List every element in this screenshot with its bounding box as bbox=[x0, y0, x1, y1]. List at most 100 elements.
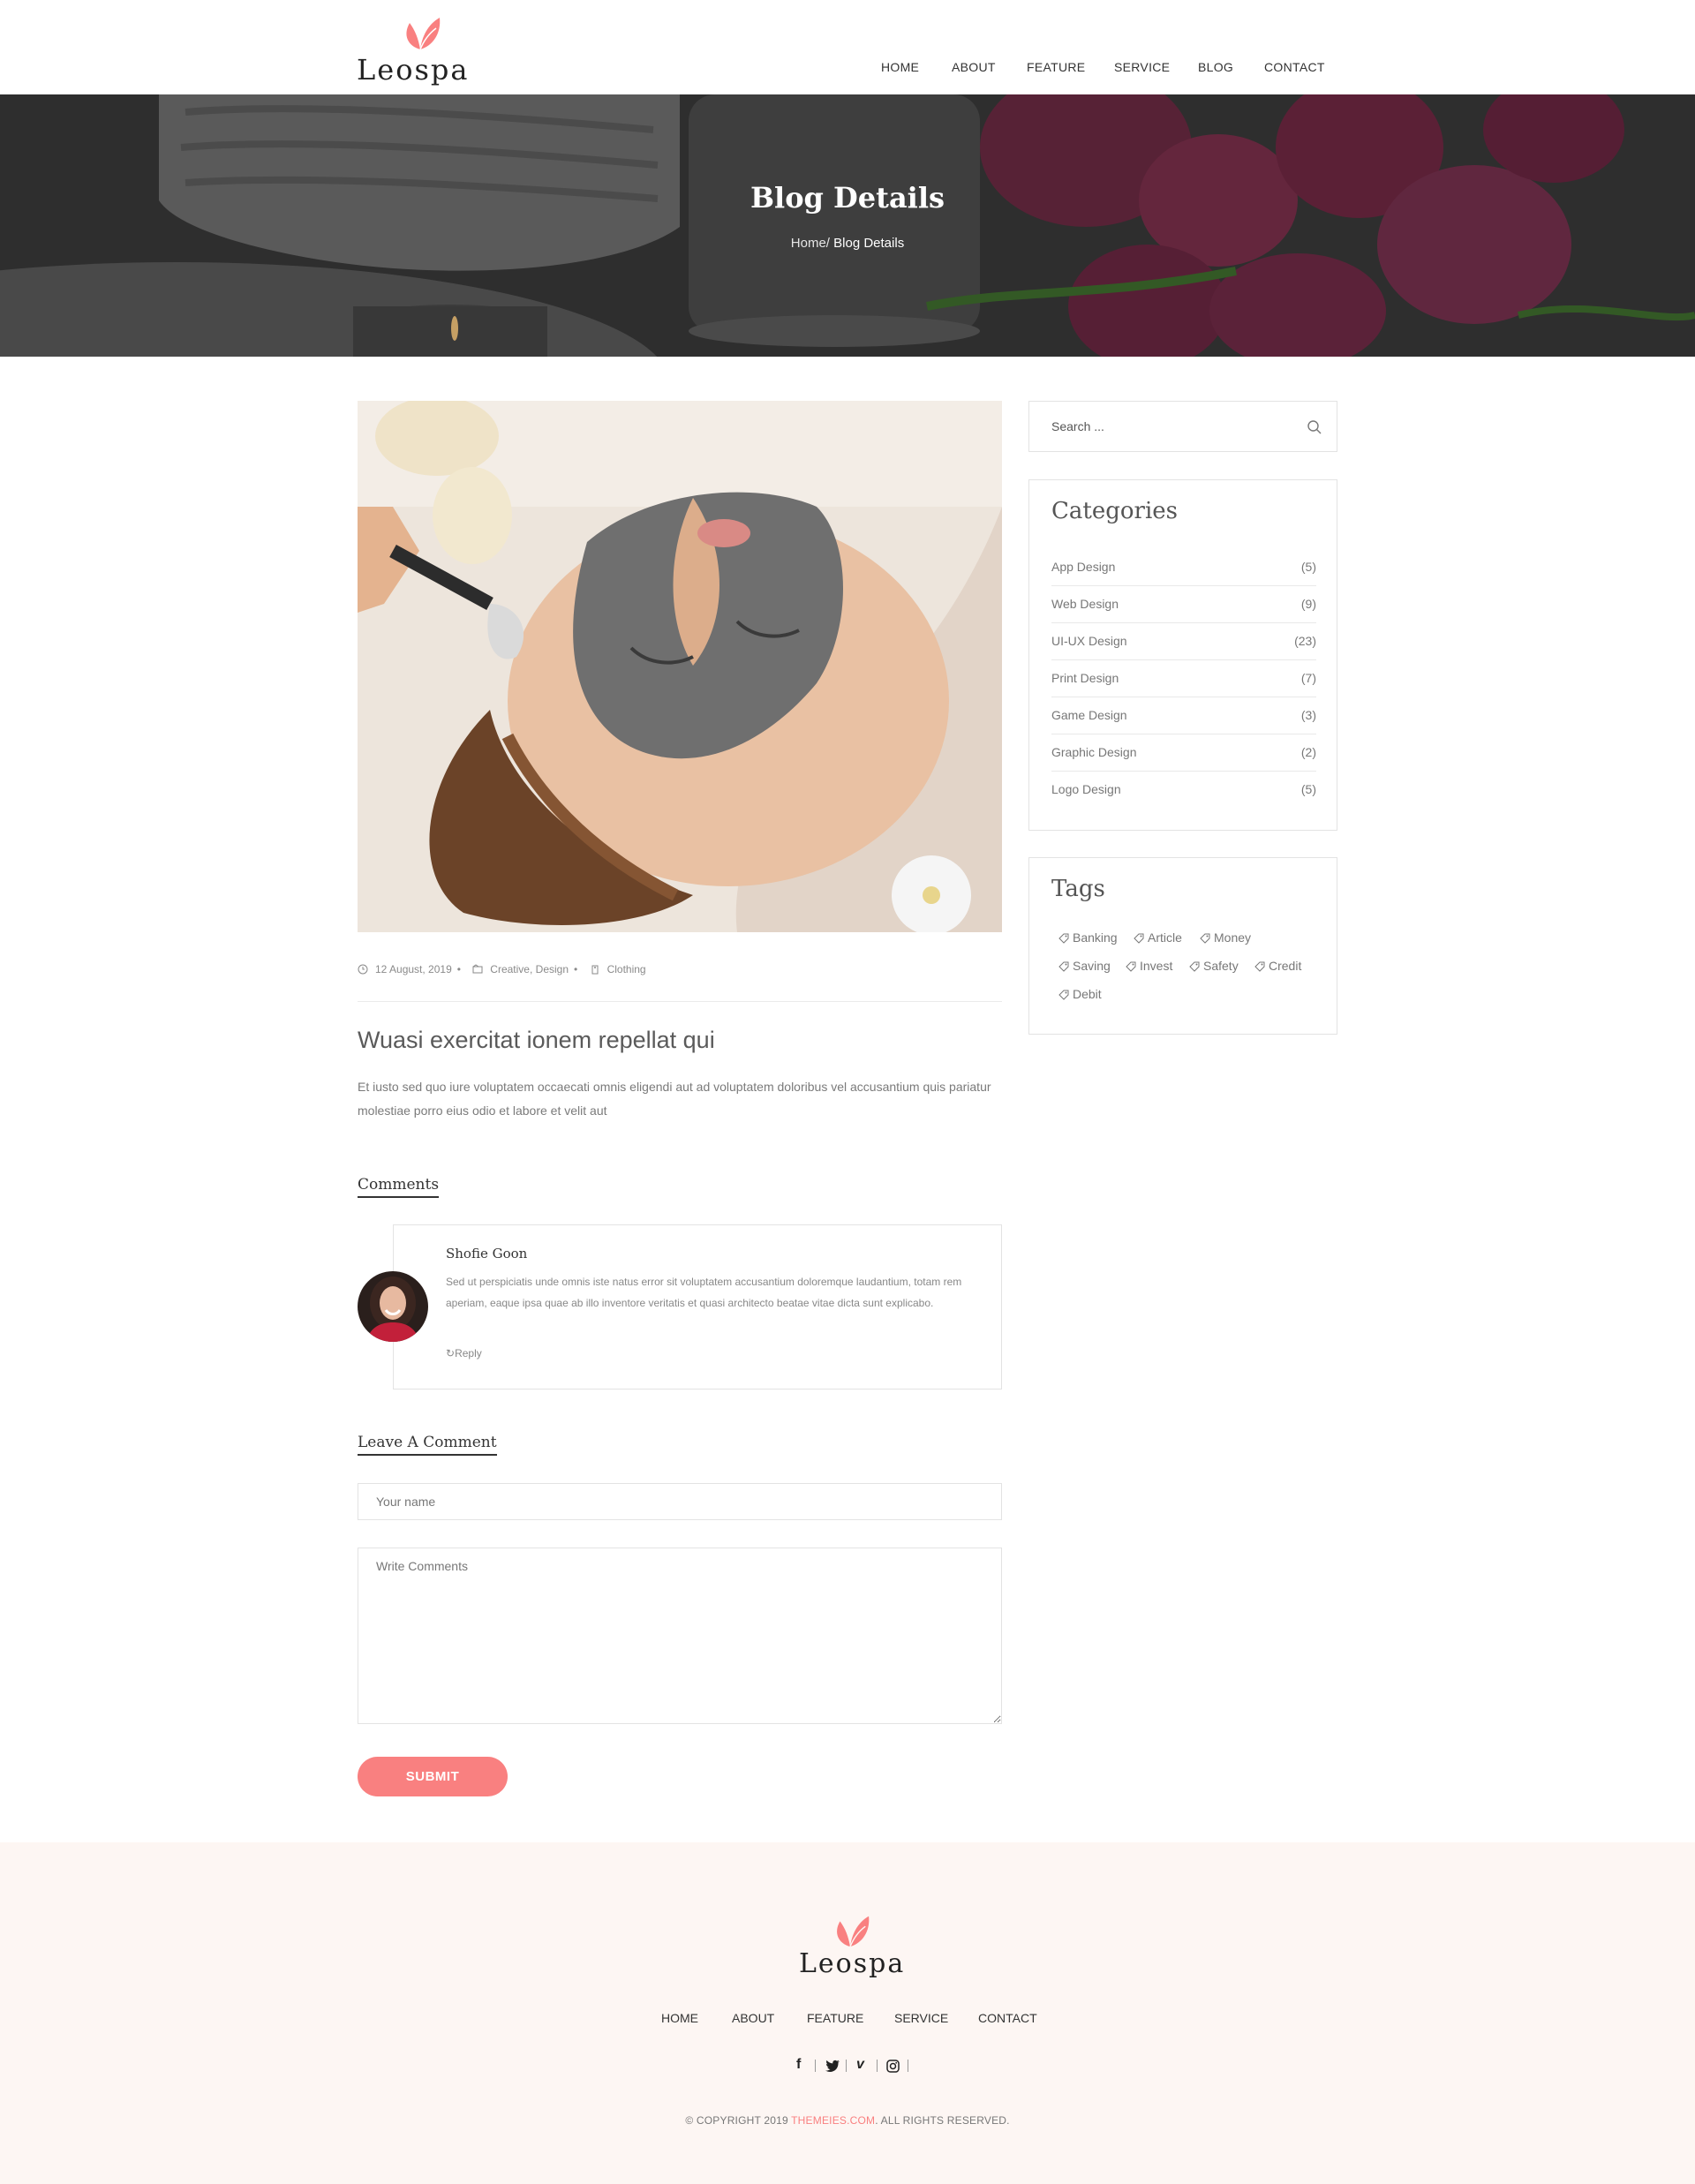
search-icon[interactable] bbox=[1307, 419, 1322, 435]
nav-feature[interactable]: FEATURE bbox=[1027, 60, 1085, 74]
category-count: (5) bbox=[1300, 782, 1316, 796]
reply-label: Reply bbox=[455, 1347, 482, 1359]
category-item[interactable]: Print Design (7) bbox=[1051, 660, 1316, 697]
nav-service[interactable]: SERVICE bbox=[1114, 60, 1170, 74]
nav-blog[interactable]: BLOG bbox=[1198, 60, 1233, 74]
tag-invest[interactable]: Invest bbox=[1126, 959, 1172, 973]
category-name: Logo Design bbox=[1051, 782, 1121, 796]
category-count: (3) bbox=[1300, 708, 1316, 722]
tag-icon bbox=[1189, 961, 1200, 972]
comments-heading: Comments bbox=[358, 1176, 440, 1198]
social-divider bbox=[846, 2060, 847, 2072]
post-meta: 12 August, 2019 • Creative, Design • Cloth… bbox=[358, 962, 646, 975]
comment-text: Sed ut perspiciatis unde omnis iste natu… bbox=[446, 1276, 962, 1309]
submit-button[interactable]: SUBMIT bbox=[358, 1757, 508, 1796]
tag-money[interactable]: Money bbox=[1200, 930, 1251, 945]
tag-icon bbox=[1058, 990, 1069, 1000]
category-item[interactable]: Web Design (9) bbox=[1051, 586, 1316, 623]
tag-saving[interactable]: Saving bbox=[1058, 959, 1111, 973]
tags-title: Tags bbox=[1051, 876, 1105, 902]
tag-icon bbox=[1058, 933, 1069, 944]
categories-title: Categories bbox=[1051, 498, 1178, 524]
footer-nav-about[interactable]: ABOUT bbox=[732, 2011, 774, 2025]
post-category[interactable]: Creative, Design bbox=[490, 963, 569, 975]
post-tag[interactable]: Clothing bbox=[607, 963, 646, 975]
footer-nav-contact[interactable]: CONTACT bbox=[978, 2011, 1037, 2025]
folder-icon bbox=[472, 964, 483, 975]
comment-author: Shofie Goon bbox=[446, 1246, 528, 1261]
footer-wordmark: Leospa bbox=[799, 1948, 906, 1979]
social-divider bbox=[877, 2060, 878, 2072]
category-item[interactable]: Logo Design (5) bbox=[1051, 772, 1316, 809]
tag-debit[interactable]: Debit bbox=[1058, 987, 1102, 1001]
nav-home[interactable]: HOME bbox=[881, 60, 919, 74]
categories-widget: Categories App Design (5) Web Design (9) U… bbox=[1028, 479, 1337, 831]
name-field[interactable] bbox=[358, 1483, 1002, 1520]
nav-about[interactable]: ABOUT bbox=[952, 60, 996, 74]
tag-label: Safety bbox=[1203, 959, 1239, 973]
page-title: Blog Details bbox=[750, 181, 945, 215]
site-header: Leospa HOME ABOUT FEATURE SERVICE BLOG C… bbox=[0, 0, 1695, 94]
footer-nav-feature[interactable]: FEATURE bbox=[807, 2011, 863, 2025]
breadcrumb: Home/ Blog Details bbox=[0, 236, 1695, 251]
post-body: Et iusto sed quo iure voluptatem occaeca… bbox=[358, 1080, 991, 1118]
comment-textarea[interactable] bbox=[358, 1548, 1002, 1724]
footer-nav-service[interactable]: SERVICE bbox=[894, 2011, 948, 2025]
tag-icon bbox=[590, 964, 600, 975]
post-title: Wuasi exercitat ionem repellat qui bbox=[358, 1027, 715, 1053]
butterfly-icon bbox=[837, 1916, 870, 1947]
post-date: 12 August, 2019 bbox=[375, 962, 452, 975]
category-name: UI-UX Design bbox=[1051, 634, 1127, 648]
tag-label: Debit bbox=[1073, 987, 1102, 1001]
breadcrumb-home[interactable]: Home/ bbox=[791, 236, 830, 251]
breadcrumb-current: Blog Details bbox=[829, 236, 905, 251]
category-name: Graphic Design bbox=[1051, 745, 1137, 759]
banner-background-image bbox=[0, 94, 1695, 357]
category-name: Game Design bbox=[1051, 708, 1127, 722]
category-count: (5) bbox=[1300, 560, 1316, 574]
category-item[interactable]: Graphic Design (2) bbox=[1051, 734, 1316, 772]
category-name: App Design bbox=[1051, 560, 1116, 574]
site-logo[interactable]: Leospa bbox=[357, 11, 471, 87]
footer-logo[interactable]: Leospa bbox=[797, 1909, 903, 1980]
category-name: Print Design bbox=[1051, 671, 1119, 685]
reply-icon: ↻ bbox=[446, 1347, 456, 1359]
tag-banking[interactable]: Banking bbox=[1058, 930, 1118, 945]
post-featured-image bbox=[358, 401, 1002, 932]
tag-icon bbox=[1126, 961, 1136, 972]
reply-link[interactable]: ↻Reply bbox=[446, 1347, 482, 1359]
category-name: Web Design bbox=[1051, 597, 1119, 611]
category-item[interactable]: App Design (5) bbox=[1051, 549, 1316, 586]
category-count: (23) bbox=[1294, 634, 1316, 648]
tag-label: Invest bbox=[1140, 959, 1173, 973]
meta-divider bbox=[358, 1001, 1002, 1002]
category-count: (2) bbox=[1300, 745, 1316, 759]
nav-contact[interactable]: CONTACT bbox=[1264, 60, 1325, 74]
tag-label: Article bbox=[1148, 930, 1182, 945]
category-item[interactable]: Game Design (3) bbox=[1051, 697, 1316, 734]
page-banner: Blog Details Home/ Blog Details bbox=[0, 94, 1695, 357]
copyright-prefix: © COPYRIGHT 2019 bbox=[685, 2114, 792, 2127]
site-footer: Leospa HOME ABOUT FEATURE SERVICE CONTAC… bbox=[0, 1842, 1695, 2184]
search-input[interactable] bbox=[1029, 402, 1294, 451]
tag-icon bbox=[1058, 961, 1069, 972]
copyright-brand-link[interactable]: THEMEIES.COM bbox=[791, 2114, 875, 2127]
tag-label: Credit bbox=[1269, 959, 1302, 973]
category-count: (7) bbox=[1300, 671, 1316, 685]
tags-widget: Tags Banking Article Money Saving Invest… bbox=[1028, 857, 1337, 1035]
leave-comment-heading: Leave A Comment bbox=[358, 1434, 497, 1456]
tag-article[interactable]: Article bbox=[1134, 930, 1182, 945]
footer-nav-home[interactable]: HOME bbox=[661, 2011, 698, 2025]
copyright: © COPYRIGHT 2019 THEMEIES.COM. ALL RIGHT… bbox=[0, 2114, 1695, 2127]
tag-safety[interactable]: Safety bbox=[1189, 959, 1239, 973]
social-divider bbox=[815, 2060, 816, 2072]
category-count: (9) bbox=[1300, 597, 1316, 611]
tag-label: Banking bbox=[1073, 930, 1118, 945]
logo-wordmark: Leospa bbox=[357, 53, 470, 87]
tag-credit[interactable]: Credit bbox=[1254, 959, 1301, 973]
butterfly-icon bbox=[406, 18, 441, 50]
copyright-suffix: . ALL RIGHTS RESERVED. bbox=[875, 2114, 1010, 2127]
category-item[interactable]: UI-UX Design (23) bbox=[1051, 623, 1316, 660]
tag-icon bbox=[1254, 961, 1265, 972]
tag-icon bbox=[1134, 933, 1144, 944]
